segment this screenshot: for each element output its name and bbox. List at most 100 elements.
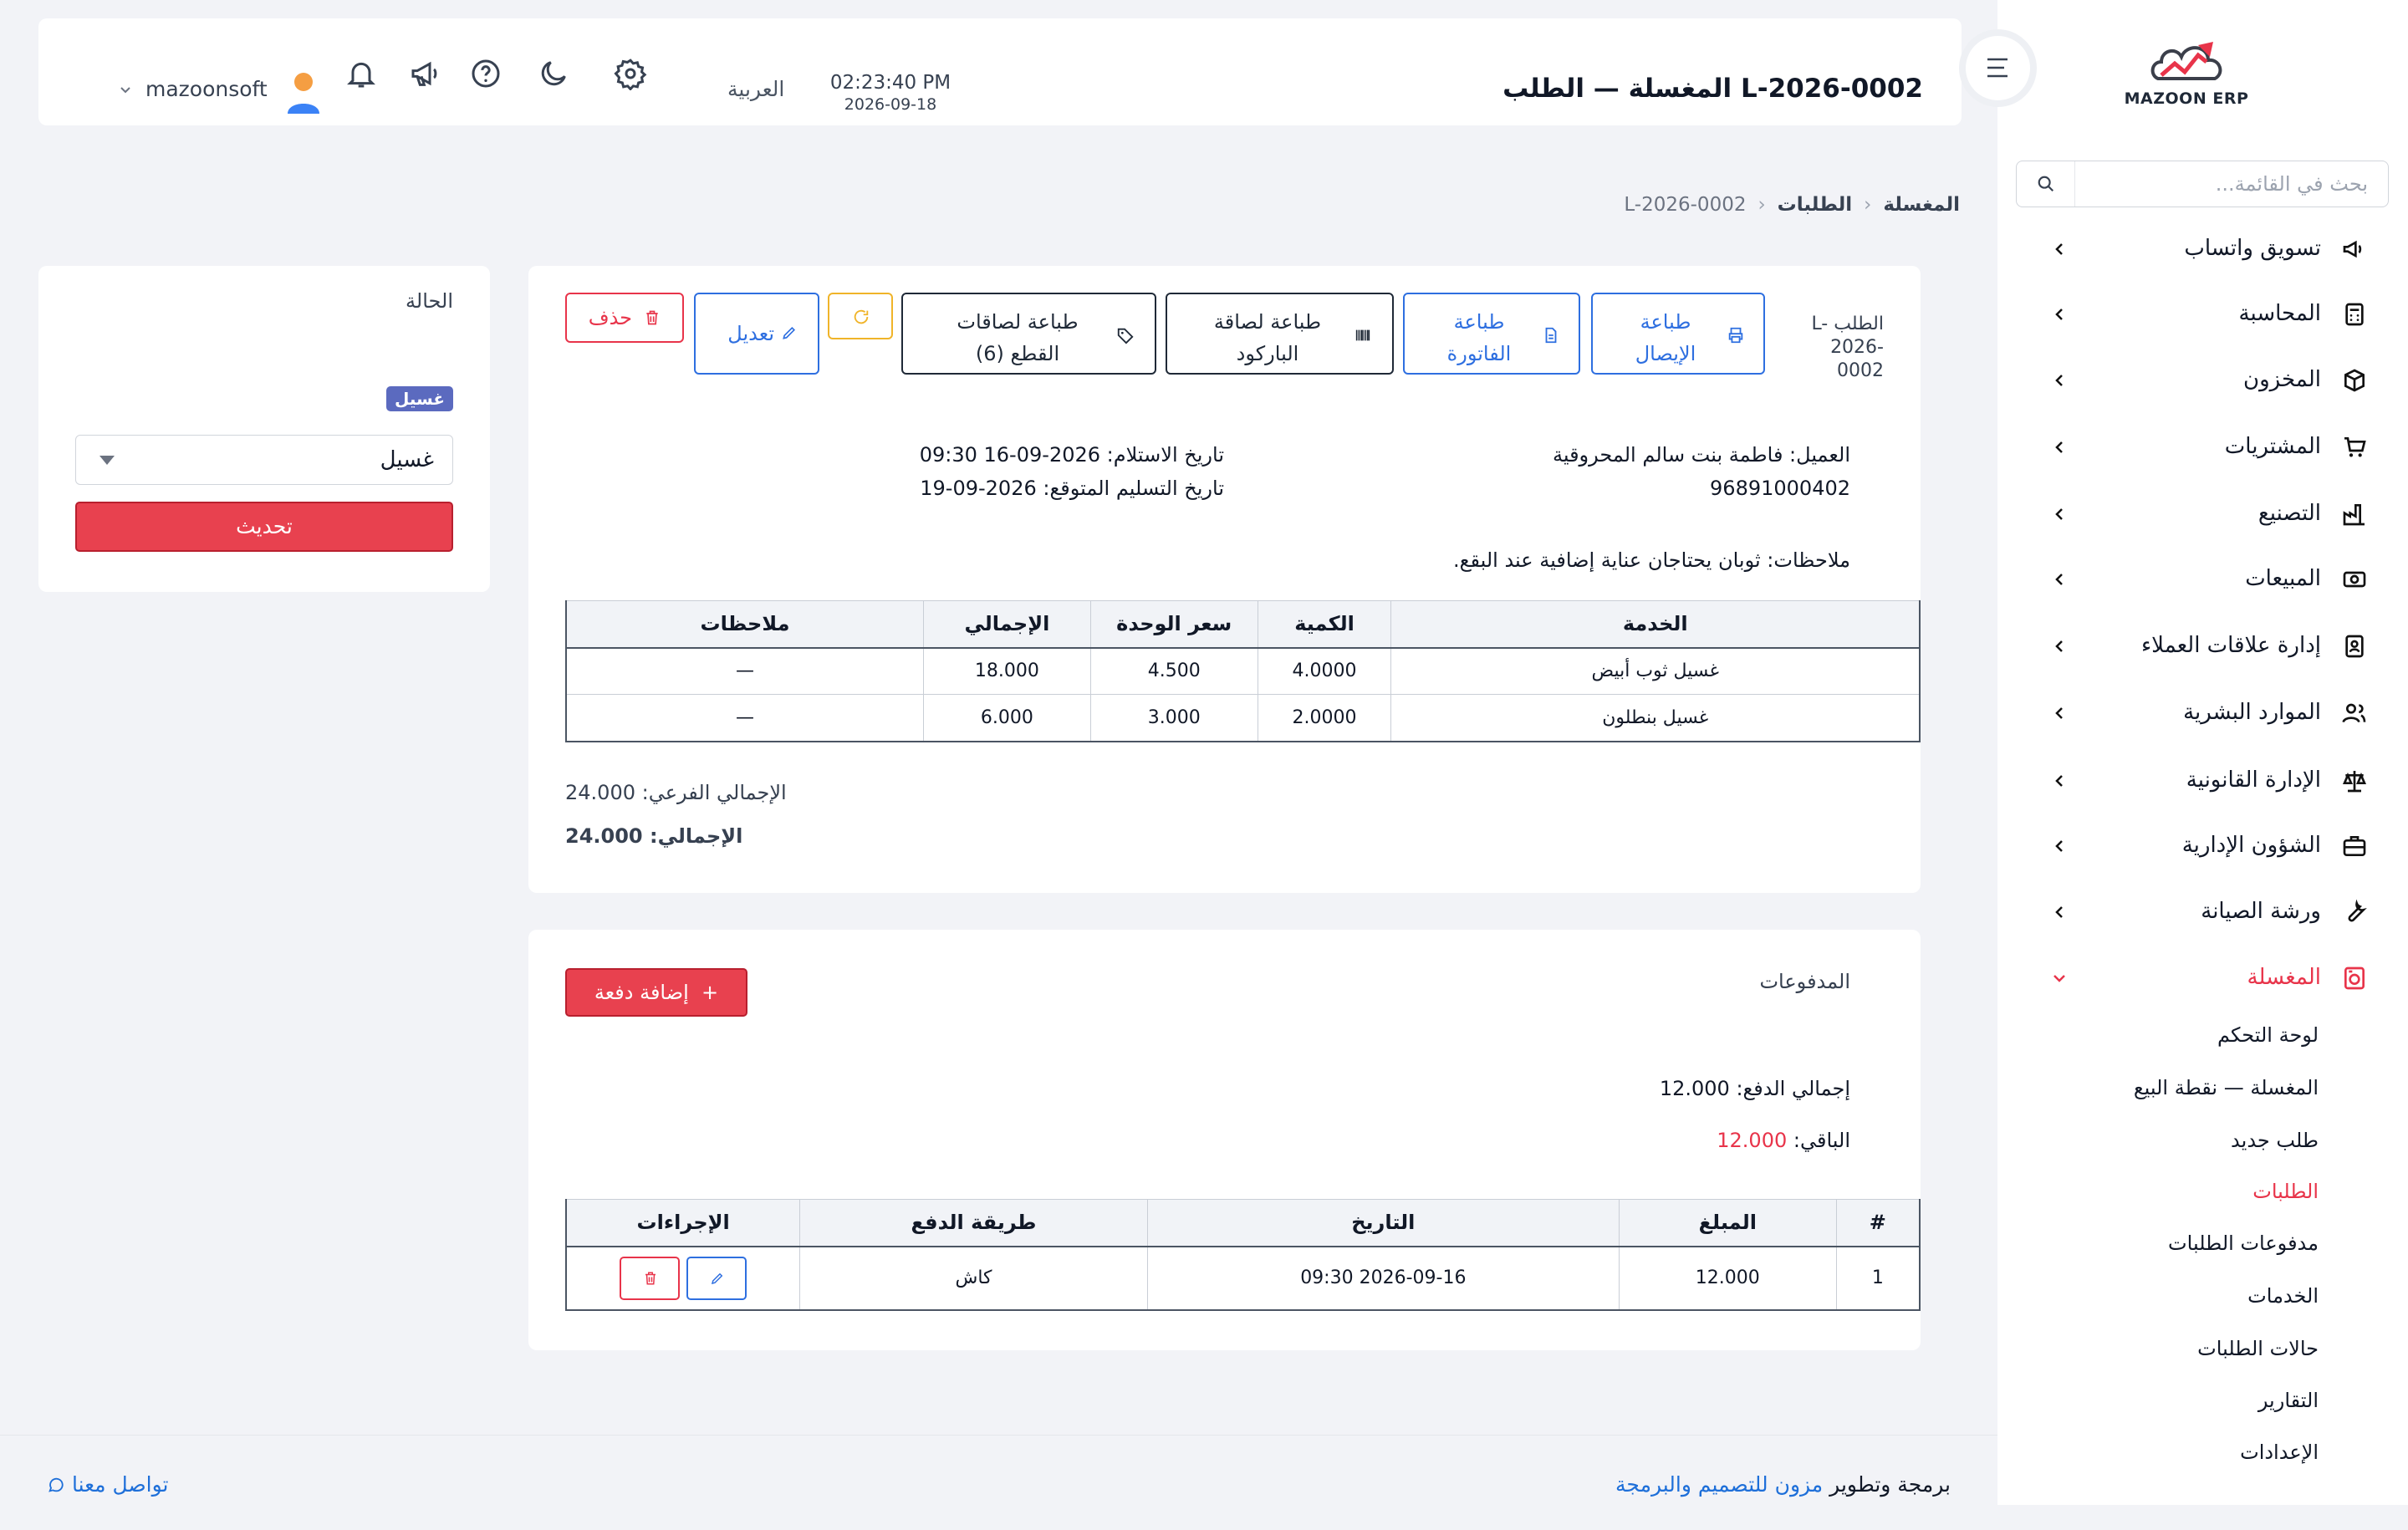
sidebar-sub-dashboard[interactable]: لوحة التحكم <box>2217 1023 2319 1047</box>
payments-table: # المبلغ التاريخ طريقة الدفع الإجراءات 1… <box>565 1199 1921 1311</box>
refresh-button[interactable] <box>828 293 893 339</box>
briefcase-icon <box>2343 836 2366 856</box>
table-header-row: # المبلغ التاريخ طريقة الدفع الإجراءات <box>565 1199 1921 1247</box>
sidebar-item-whatsapp-marketing[interactable]: تسويق واتساب <box>1997 224 2408 274</box>
total: الإجمالي: 24.000 <box>565 824 742 848</box>
sidebar-sub-pos[interactable]: المغسلة — نقطة البيع <box>2134 1076 2319 1099</box>
sidebar-item-crm[interactable]: إدارة علاقات العملاء <box>1997 621 2408 671</box>
column-header: طريقة الدفع <box>799 1199 1148 1247</box>
sidebar-item-laundry[interactable]: المغسلة <box>1997 953 2408 1003</box>
table-header-row: الخدمة الكمية سعر الوحدة الإجمالي ملاحظا… <box>564 600 1921 649</box>
edit-button[interactable]: تعديل <box>694 293 819 375</box>
footer-credit: برمجة وتطوير مزون للتصميم والبرمجة <box>1615 1472 1951 1497</box>
avatar[interactable] <box>284 70 323 114</box>
sidebar-item-legal[interactable]: الإدارة القانونية <box>1997 756 2408 806</box>
mazoon-logo <box>2150 42 2222 80</box>
sidebar-item-maintenance[interactable]: ورشة الصيانة <box>1997 887 2408 937</box>
box-icon <box>2344 369 2365 392</box>
chevron-down-icon[interactable] <box>119 84 132 97</box>
order-notes: ملاحظات: ثوبان يحتاجان عناية إضافية عند … <box>1453 548 1850 572</box>
item-unit-price: 3.000 <box>1089 694 1258 742</box>
edit-payment-button[interactable] <box>686 1256 747 1300</box>
plus-icon: + <box>701 981 719 1004</box>
sidebar-sub-order-statuses[interactable]: حالات الطلبات <box>2197 1337 2319 1360</box>
print-item-labels-button[interactable]: طباعة لصاقات القطع (6) <box>901 293 1156 375</box>
announcement-icon[interactable] <box>409 57 442 90</box>
language-switch[interactable]: العربية <box>727 77 784 101</box>
sidebar-item-admin-affairs[interactable]: الشؤون الإدارية <box>1997 821 2408 871</box>
order-label: الطلب L-2026-0002 <box>1811 314 1884 381</box>
bell-icon[interactable] <box>344 57 378 90</box>
sidebar-item-label: المخزون <box>2243 367 2321 392</box>
user-menu-name[interactable]: mazoonsoft <box>145 77 268 101</box>
sidebar-sub-reports[interactable]: التقارير <box>2258 1389 2319 1412</box>
status-badge: غسيل <box>385 386 453 411</box>
footer-credit-prefix: برمجة وتطوير <box>1829 1472 1951 1497</box>
sidebar-sub-order-payments[interactable]: مدفوعات الطلبات <box>2168 1232 2319 1255</box>
print-invoice-button[interactable]: طباعة الفاتورة <box>1403 293 1580 375</box>
total-value: 24.000 <box>565 824 643 848</box>
payment-method: كاش <box>799 1246 1148 1311</box>
payment-actions <box>565 1246 801 1311</box>
payment-date: 2026-09-16 09:30 <box>1146 1246 1620 1311</box>
sidebar-sub-services[interactable]: الخدمات <box>2247 1284 2319 1308</box>
footer-credit-link[interactable]: مزون للتصميم والبرمجة <box>1615 1472 1823 1497</box>
calculator-icon <box>2345 303 2364 326</box>
add-payment-button[interactable]: + إضافة دفعة <box>565 968 747 1017</box>
update-button[interactable]: تحديث <box>75 502 453 552</box>
chevron-left-icon <box>2055 840 2063 852</box>
column-header: الخدمة <box>1390 600 1921 649</box>
print-receipt-label: طباعة الإيصال <box>1635 310 1696 365</box>
sidebar-item-label: المحاسبة <box>2238 301 2321 326</box>
table-row: 1 12.000 2026-09-16 09:30 كاش <box>565 1246 1921 1311</box>
sidebar-sub-new-order[interactable]: طلب جديد <box>2231 1129 2319 1152</box>
contact-us-link[interactable]: تواصل معنا <box>47 1472 169 1497</box>
help-icon[interactable] <box>469 57 503 90</box>
hamburger-icon <box>1987 58 2008 78</box>
item-quantity: 4.0000 <box>1257 647 1392 695</box>
sidebar-item-hr[interactable]: الموارد البشرية <box>1997 688 2408 738</box>
sidebar-search[interactable]: بحث في القائمة... <box>2016 161 2389 207</box>
sidebar-search-input[interactable]: بحث في القائمة... <box>2075 172 2388 196</box>
menu-toggle-button[interactable] <box>1959 29 2037 107</box>
column-header: الإجراءات <box>565 1199 801 1247</box>
sidebar-item-accounting[interactable]: المحاسبة <box>1997 289 2408 339</box>
gear-icon[interactable] <box>614 57 647 90</box>
column-header: التاريخ <box>1146 1199 1620 1247</box>
sidebar-item-inventory[interactable]: المخزون <box>1997 355 2408 405</box>
top-header: المغسلة — الطلب L-2026-0002 02:23:40 PM … <box>38 18 1962 125</box>
breadcrumb-root[interactable]: المغسلة <box>1883 194 1960 216</box>
print-barcode-button[interactable]: طباعة لصاقة الباركود <box>1166 293 1394 375</box>
delete-label: حذف <box>588 306 632 329</box>
moon-icon[interactable] <box>537 57 570 90</box>
search-icon[interactable] <box>2017 161 2075 207</box>
item-total: 6.000 <box>922 694 1091 742</box>
item-quantity: 2.0000 <box>1257 694 1392 742</box>
washing-machine-icon <box>2344 966 2365 990</box>
delete-button[interactable]: حذف <box>565 293 684 343</box>
sidebar-sub-orders[interactable]: الطلبات <box>2252 1180 2319 1203</box>
sidebar-item-manufacturing[interactable]: التصنيع <box>1997 489 2408 539</box>
chevron-down-icon <box>2053 975 2065 982</box>
sidebar-item-sales[interactable]: المبيعات <box>1997 554 2408 604</box>
payment-index: 1 <box>1835 1246 1921 1311</box>
print-receipt-button[interactable]: طباعة الإيصال <box>1591 293 1765 375</box>
status-select[interactable]: غسيل <box>75 435 453 485</box>
sidebar: MAZOON ERP بحث في القائمة... تسويق واتسا… <box>1997 0 2408 1505</box>
total-label: الإجمالي: <box>649 824 743 848</box>
delete-payment-button[interactable] <box>620 1256 681 1300</box>
trash-icon <box>646 310 658 325</box>
item-unit-price: 4.500 <box>1089 647 1258 695</box>
sidebar-sub-settings[interactable]: الإعدادات <box>2240 1441 2319 1464</box>
chevron-left-icon <box>2055 508 2063 520</box>
print-invoice-label: طباعة الفاتورة <box>1446 310 1512 365</box>
item-service: غسيل ثوب أبيض <box>1390 647 1921 695</box>
sidebar-item-purchases[interactable]: المشتريات <box>1997 422 2408 472</box>
breadcrumb-section[interactable]: الطلبات <box>1778 194 1852 216</box>
tag-icon <box>1117 328 1134 344</box>
received-date: تاريخ الاستلام: 2026-09-16 09:30 <box>919 443 1224 467</box>
status-label: الحالة <box>406 289 453 313</box>
item-total: 18.000 <box>922 647 1091 695</box>
remaining-value: 12.000 <box>1717 1129 1788 1152</box>
chevron-left-icon <box>2055 707 2063 719</box>
